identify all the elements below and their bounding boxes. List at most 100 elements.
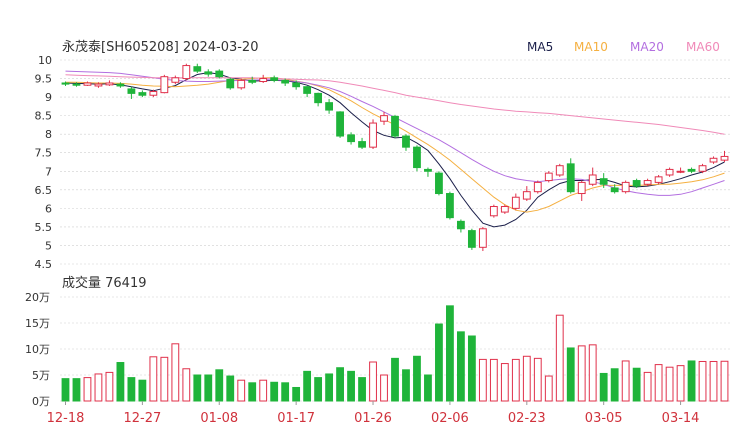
candle xyxy=(380,111,388,125)
ma5-line xyxy=(65,72,725,228)
date-axis: 12-18 12-27 01-08 01-17 01-26 02-06 02-23 03-05… xyxy=(47,401,699,426)
candle xyxy=(489,204,498,218)
volume-bar xyxy=(347,370,355,402)
candle xyxy=(522,186,531,201)
candle xyxy=(358,137,366,150)
candle xyxy=(446,191,454,220)
volume-bar xyxy=(303,370,312,402)
candle-body xyxy=(533,181,542,193)
volume-bar xyxy=(446,305,454,402)
candle-body xyxy=(149,91,158,96)
volume-bar xyxy=(358,377,366,402)
volume-bar xyxy=(424,374,432,402)
y-tick-label: 4.5 xyxy=(35,258,53,271)
candle-body xyxy=(665,168,674,176)
volume-axis: 20万 15万 10万 5万 0万 xyxy=(25,291,50,408)
volume-bar xyxy=(160,356,169,402)
volume-bar xyxy=(544,375,553,402)
volume-bar xyxy=(215,369,224,402)
volume-bar xyxy=(402,369,410,402)
candle-body xyxy=(720,155,729,161)
volume-bar xyxy=(478,358,487,402)
candle-body xyxy=(127,88,136,94)
candle xyxy=(632,178,641,188)
candle-body xyxy=(116,83,125,87)
candle-body xyxy=(303,86,312,94)
candle-body xyxy=(72,83,81,86)
volume-bar xyxy=(270,381,279,402)
candle-body xyxy=(182,65,191,80)
volume-bar xyxy=(720,360,729,402)
y-tick-label: 9 xyxy=(45,91,52,104)
candle-body xyxy=(446,193,454,219)
volume-bar xyxy=(621,360,630,402)
candle-body xyxy=(478,228,487,248)
candle-body xyxy=(555,165,564,176)
volume-bar xyxy=(61,378,70,402)
candle xyxy=(424,167,432,177)
volume-bar xyxy=(676,365,685,402)
y-tick-label: 5.5 xyxy=(35,221,53,234)
candle xyxy=(467,228,476,250)
candle xyxy=(698,163,707,174)
candle xyxy=(325,98,334,114)
candle-body xyxy=(380,115,388,122)
candle-body xyxy=(61,82,70,85)
candle-body xyxy=(676,170,685,173)
candle-body xyxy=(610,187,619,193)
volume-bar xyxy=(566,347,575,402)
volume-bar xyxy=(687,360,696,402)
volume-bar xyxy=(83,377,92,402)
candle-body xyxy=(160,76,169,94)
volume-bar xyxy=(654,364,663,402)
volume-bar xyxy=(248,382,257,402)
volume-bar xyxy=(610,368,619,402)
y-tick-label: 8 xyxy=(45,128,52,141)
volume-bar xyxy=(72,378,81,402)
candle-body xyxy=(621,181,630,193)
x-tick-label: 01-08 xyxy=(200,411,238,426)
volume-bar xyxy=(456,331,465,402)
volume-bar xyxy=(127,377,136,402)
volume-bar xyxy=(259,379,268,402)
candle xyxy=(402,134,410,151)
candle xyxy=(105,80,114,86)
candle-body xyxy=(105,82,114,86)
x-tick-label: 03-05 xyxy=(585,411,623,426)
volume-bar xyxy=(632,367,641,402)
legend-item: MA5 xyxy=(527,40,553,54)
candle xyxy=(687,167,696,174)
volume-bar xyxy=(489,358,498,402)
y-tick-label: 9.5 xyxy=(35,73,53,86)
candle xyxy=(500,204,509,214)
candle xyxy=(259,74,268,83)
candle-body xyxy=(544,172,553,182)
candle-body xyxy=(281,79,290,84)
volume-bar xyxy=(314,377,323,402)
candle-body xyxy=(314,92,323,104)
candle-body xyxy=(248,79,257,83)
y-tick-label: 7 xyxy=(45,165,52,178)
candle-body xyxy=(654,176,663,183)
y-tick-label: 10 xyxy=(38,54,52,67)
y-tick-label: 0万 xyxy=(32,395,50,408)
candle xyxy=(270,75,279,83)
volume-bar xyxy=(698,360,707,402)
volume-bar xyxy=(105,371,114,402)
candle xyxy=(533,180,542,194)
candle xyxy=(138,90,147,98)
candle-body xyxy=(687,168,696,172)
candle-body xyxy=(467,230,476,248)
y-tick-label: 10万 xyxy=(25,343,50,356)
candle-body xyxy=(369,122,377,148)
candle-body xyxy=(643,180,652,185)
volume-bar xyxy=(391,357,399,402)
candle xyxy=(566,158,575,194)
volume-bar xyxy=(149,356,158,402)
candle xyxy=(654,174,663,185)
candle-body xyxy=(259,78,268,83)
candle-body xyxy=(698,165,707,172)
candle-body xyxy=(522,191,531,200)
y-tick-label: 15万 xyxy=(25,317,50,330)
candle xyxy=(160,74,169,94)
